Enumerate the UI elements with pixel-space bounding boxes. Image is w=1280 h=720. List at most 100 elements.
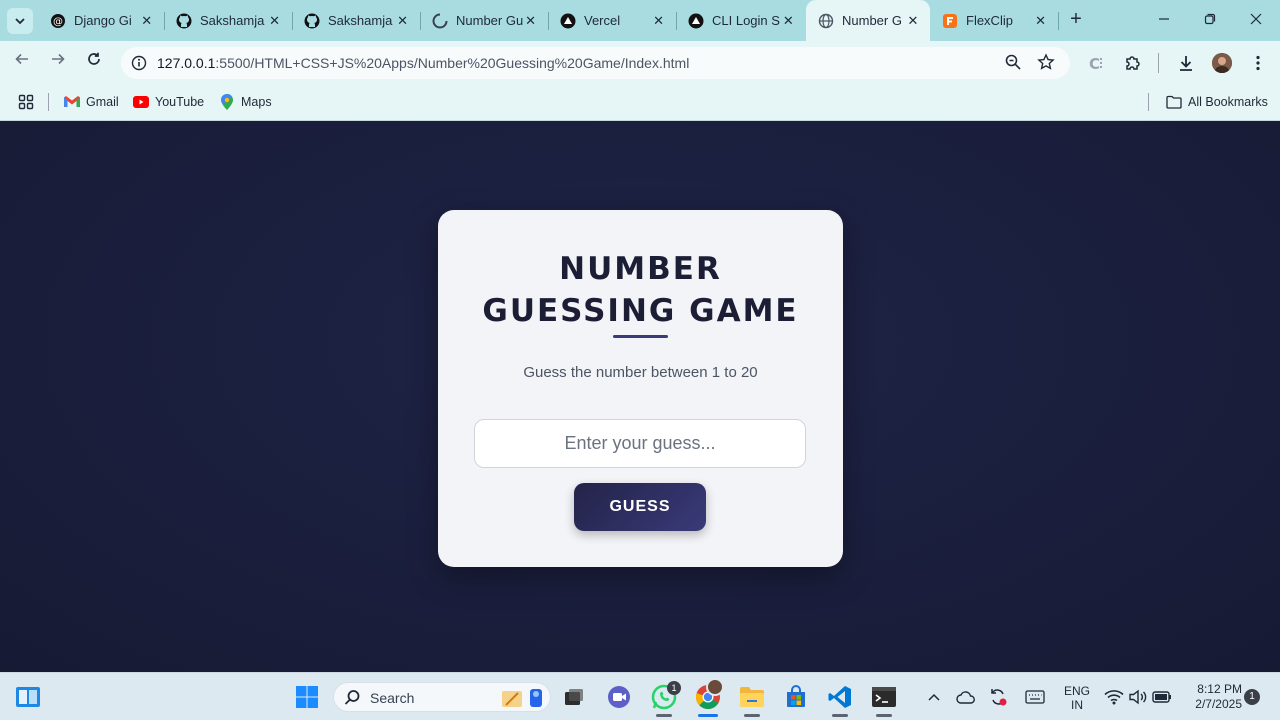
svg-text:C: C: [1089, 55, 1100, 73]
close-tab-icon[interactable]: ✕: [781, 13, 796, 29]
tab-github-1[interactable]: Sakshamja ✕: [164, 0, 292, 41]
bookmark-maps[interactable]: Maps: [219, 93, 272, 111]
toolbar-divider: [1158, 53, 1159, 73]
vscode-icon[interactable]: [826, 683, 854, 711]
tab-divider: [1058, 12, 1059, 30]
sync-alert-icon[interactable]: [986, 683, 1010, 711]
close-tab-icon[interactable]: ✕: [395, 13, 410, 29]
close-tab-icon[interactable]: ✕: [267, 13, 282, 29]
download-icon[interactable]: [1176, 53, 1196, 73]
teams-meet-icon[interactable]: [605, 683, 633, 711]
tab-cli-login[interactable]: CLI Login S ✕: [676, 0, 806, 41]
search-icon: [344, 689, 361, 711]
windows-start-icon[interactable]: [293, 683, 321, 711]
tab-django[interactable]: @ Django Gi ✕: [38, 0, 164, 41]
maps-icon: [219, 94, 235, 110]
extension-c-icon[interactable]: C: [1087, 53, 1107, 73]
new-tab-plus-icon[interactable]: +: [1066, 8, 1086, 32]
widgets-icon[interactable]: [14, 683, 42, 711]
tab-number-game-active[interactable]: Number G ✕: [806, 0, 930, 41]
tab-vercel[interactable]: Vercel ✕: [548, 0, 676, 41]
all-bookmarks-button[interactable]: All Bookmarks: [1166, 93, 1268, 111]
close-tab-icon[interactable]: ✕: [906, 13, 920, 29]
running-indicator: [876, 714, 892, 717]
bookmark-star-icon[interactable]: [1037, 53, 1057, 73]
tab-strip: @ Django Gi ✕ Sakshamja ✕ Sakshamja ✕ Nu…: [0, 0, 1280, 41]
profile-avatar[interactable]: [1212, 53, 1232, 73]
tab-flexclip[interactable]: FlexClip ✕: [930, 0, 1058, 41]
guess-button[interactable]: GUESS: [574, 483, 706, 531]
terminal-icon[interactable]: [870, 683, 898, 711]
task-view-icon[interactable]: [560, 683, 588, 711]
tab-title: CLI Login S: [712, 13, 780, 28]
all-bookmarks-label: All Bookmarks: [1188, 95, 1268, 109]
gmail-icon: [64, 94, 80, 110]
close-tab-icon[interactable]: ✕: [523, 13, 538, 29]
whatsapp-badge: 1: [667, 681, 681, 695]
tab-title: FlexClip: [966, 13, 1013, 28]
tab-number-game-loading[interactable]: Number Gu ✕: [420, 0, 548, 41]
game-card: NUMBER GUESSING GAME Guess the number be…: [438, 210, 843, 567]
running-indicator: [832, 714, 848, 717]
show-hidden-icons-chevron-icon[interactable]: [922, 683, 946, 711]
title-underline: [613, 335, 668, 338]
running-indicator: [656, 714, 672, 717]
search-highlight-icon: [496, 685, 546, 716]
tab-title: Django Gi: [74, 13, 132, 28]
extensions-puzzle-icon[interactable]: [1123, 53, 1143, 73]
clock[interactable]: 8:12 PM 2/7/2025: [1178, 682, 1242, 712]
tab-github-2[interactable]: Sakshamja ✕: [292, 0, 420, 41]
bookmark-gmail[interactable]: Gmail: [64, 93, 119, 111]
youtube-icon: [133, 94, 149, 110]
forward-arrow-icon[interactable]: [46, 51, 70, 75]
windows-taskbar: Search 1 ENG IN 8:12 PM 2/7/2025 1: [0, 672, 1280, 720]
close-tab-icon[interactable]: ✕: [1033, 13, 1048, 29]
tab-title: Vercel: [584, 13, 621, 28]
keyboard-icon[interactable]: [1023, 683, 1047, 711]
taskbar-search-box[interactable]: Search: [333, 682, 551, 712]
more-menu-icon[interactable]: [1248, 53, 1268, 73]
bookmark-label: Maps: [241, 95, 272, 109]
zoom-magnifier-icon[interactable]: [1004, 53, 1024, 73]
vercel-icon: [560, 13, 576, 29]
onedrive-cloud-icon[interactable]: [954, 683, 978, 711]
github-icon: [176, 13, 192, 29]
reload-icon[interactable]: [82, 51, 106, 75]
site-info-icon[interactable]: [129, 53, 149, 73]
close-tab-icon[interactable]: ✕: [139, 13, 154, 29]
language-code: ENG: [1064, 684, 1091, 698]
github-icon: [304, 13, 320, 29]
bookmarks-divider: [48, 93, 49, 111]
vercel-icon: [688, 13, 704, 29]
folder-icon: [1166, 94, 1182, 110]
region-code: IN: [1071, 698, 1083, 712]
url-host: 127.0.0.1: [157, 55, 216, 71]
wifi-icon[interactable]: [1103, 683, 1125, 711]
running-indicator: [744, 714, 760, 717]
apps-grid-icon[interactable]: [18, 93, 34, 111]
search-label: Search: [370, 690, 415, 706]
address-bar[interactable]: 127.0.0.1:5500/HTML+CSS+JS%20Apps/Number…: [121, 47, 1070, 79]
chrome-profile-avatar: [706, 678, 724, 696]
language-indicator[interactable]: ENG IN: [1064, 684, 1090, 712]
bookmark-youtube[interactable]: YouTube: [133, 93, 204, 111]
volume-icon[interactable]: [1127, 683, 1149, 711]
bookmark-label: Gmail: [86, 95, 119, 109]
guess-input[interactable]: [474, 419, 806, 468]
bookmarks-divider: [1148, 93, 1149, 111]
tab-search-chevron-icon[interactable]: [7, 8, 33, 34]
close-tab-icon[interactable]: ✕: [651, 13, 666, 29]
back-arrow-icon[interactable]: [10, 51, 34, 75]
svg-text:@: @: [53, 16, 63, 27]
tab-title: Sakshamja: [328, 13, 393, 28]
close-window-icon[interactable]: [1233, 8, 1279, 32]
bookmark-label: YouTube: [155, 95, 205, 109]
file-explorer-icon[interactable]: [738, 683, 766, 711]
battery-icon[interactable]: [1151, 683, 1173, 711]
url-path: :5500/HTML+CSS+JS%20Apps/Number%20Guessi…: [215, 55, 690, 71]
restore-icon[interactable]: [1187, 8, 1233, 32]
notification-badge[interactable]: 1: [1244, 689, 1260, 705]
minimize-icon[interactable]: [1141, 8, 1187, 32]
active-indicator: [698, 714, 718, 717]
microsoft-store-icon[interactable]: [782, 683, 810, 711]
